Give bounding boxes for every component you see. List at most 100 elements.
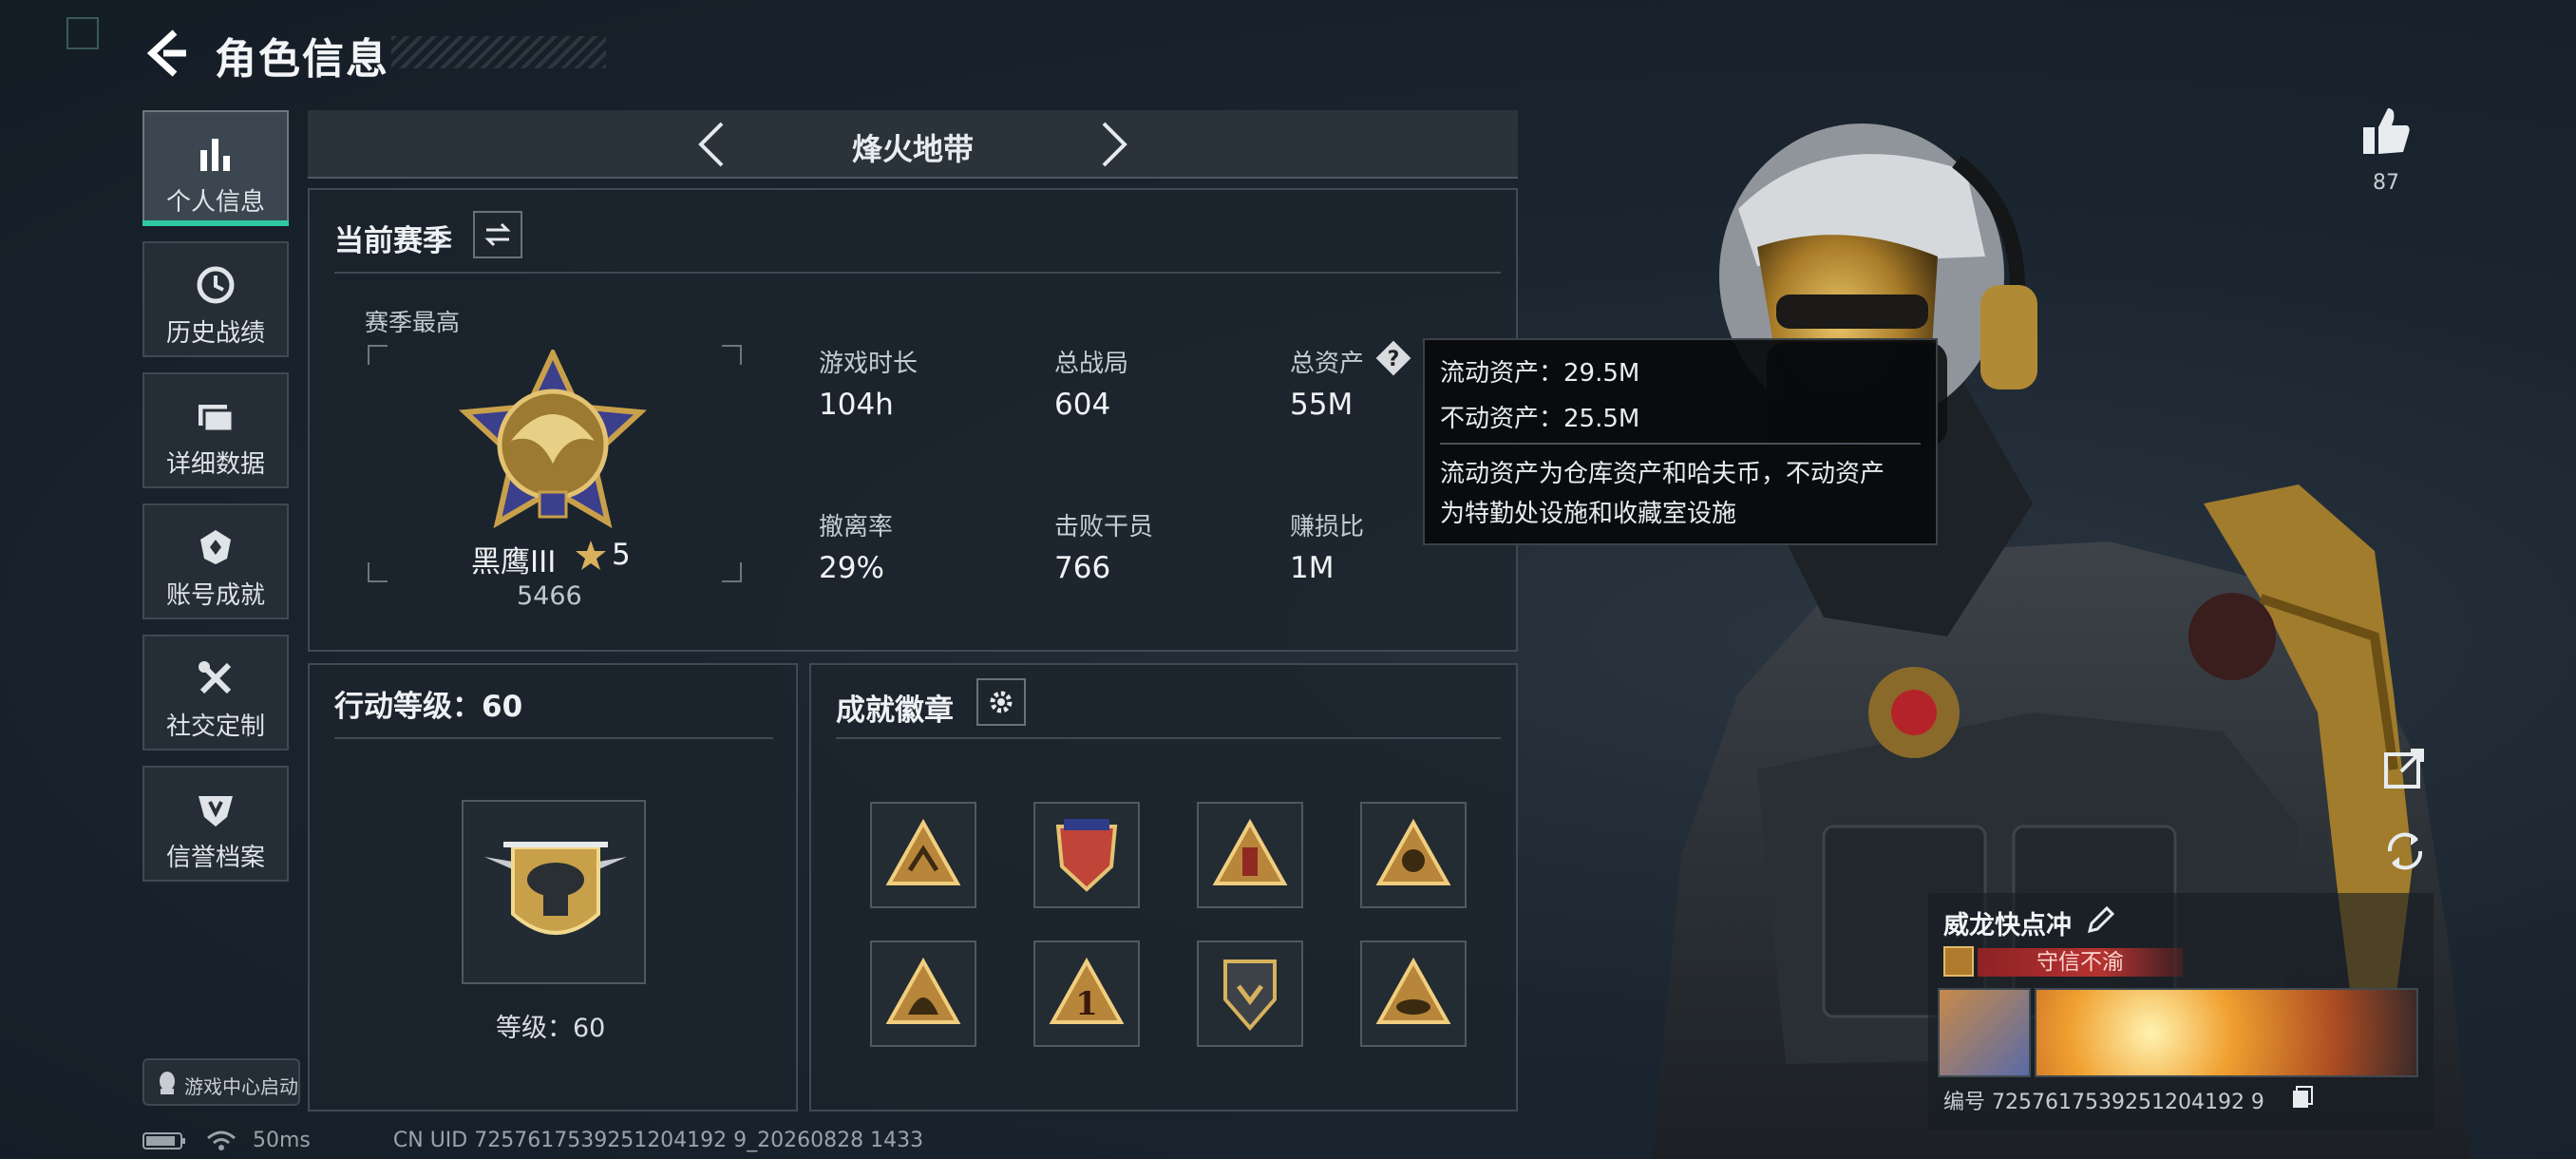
stat-value: 604 xyxy=(1054,388,1111,422)
achievements-settings-button[interactable] xyxy=(976,678,1026,726)
player-name: 威龙快点冲 xyxy=(1943,911,2072,940)
qq-penguin-icon xyxy=(160,1072,175,1094)
rotate-refresh-icon[interactable] xyxy=(2378,825,2432,878)
divider xyxy=(836,737,1501,739)
title-tag: 守信不渝 xyxy=(1978,948,2183,977)
achievement-icon xyxy=(200,530,231,564)
rank-name: 黑鹰III xyxy=(471,545,557,580)
copy-icon[interactable] xyxy=(2291,1085,2314,1110)
sidebar-item-label: 历史战绩 xyxy=(165,319,265,348)
stat-label: 总资产 xyxy=(1290,350,1365,378)
asset-tooltip: 流动资产：29.5M 不动资产：25.5M 流动资产为仓库资产和哈夫币，不动资产… xyxy=(1423,338,1938,545)
level-caption: 等级：60 xyxy=(496,1014,606,1043)
uid-text: CN UID 7257617539251204192 9_20260828 14… xyxy=(392,1129,924,1152)
stat-label: 击败干员 xyxy=(1054,513,1154,542)
tooltip-fixed-assets: 不动资产：25.5M xyxy=(1440,405,1640,433)
tooltip-description-line: 流动资产为仓库资产和哈夫币，不动资产 xyxy=(1440,460,1885,488)
swap-arrows-icon xyxy=(484,222,511,247)
achievement-badge[interactable]: 1 xyxy=(1033,940,1140,1047)
game-center-launch-button[interactable]: 游戏中心启动 xyxy=(142,1058,300,1106)
achievement-badge[interactable] xyxy=(1360,802,1467,908)
like-count: 87 xyxy=(2373,171,2399,195)
black-hawk-rank-emblem xyxy=(458,350,648,529)
achievement-badge[interactable] xyxy=(870,940,976,1047)
history-icon xyxy=(197,266,235,304)
achievement-triangle-icon xyxy=(1212,818,1288,885)
mode-title: 烽火地带 xyxy=(851,131,974,167)
season-switch-button[interactable] xyxy=(473,211,522,258)
stat-value: 29% xyxy=(819,551,884,585)
corner-decoration xyxy=(66,17,99,49)
stat-value: 55M xyxy=(1290,388,1354,422)
tag-emblem-icon xyxy=(1943,946,1974,977)
status-bar: 50ms CN UID 7257617539251204192 9_202608… xyxy=(142,1129,923,1152)
svg-text:?: ? xyxy=(1388,348,1400,371)
level-title: 行动等级：60 xyxy=(334,690,523,724)
card-banner[interactable] xyxy=(2035,988,2418,1077)
stat-label: 撤离率 xyxy=(819,513,894,542)
sidebar-item-label: 信誉档案 xyxy=(165,844,265,872)
page-title: 角色信息 xyxy=(215,35,389,84)
game-center-label: 游戏中心启动 xyxy=(184,1075,298,1098)
stat-value: 1M xyxy=(1290,551,1335,585)
bar-chart-icon xyxy=(200,139,230,171)
title-decoration xyxy=(391,36,606,68)
achievement-shield-icon xyxy=(1055,819,1118,892)
sidebar-item-label: 个人信息 xyxy=(165,188,265,217)
achievement-badge[interactable] xyxy=(1197,940,1303,1047)
sidebar-item-label: 社交定制 xyxy=(165,712,265,741)
achievement-badge[interactable] xyxy=(1197,802,1303,908)
chevron-left-icon[interactable] xyxy=(688,118,741,171)
sidebar-item-label: 账号成就 xyxy=(165,581,265,610)
back-arrow-icon[interactable] xyxy=(141,27,194,80)
edit-pencil-icon[interactable] xyxy=(2084,904,2116,937)
achievement-badge[interactable] xyxy=(870,802,976,908)
star-icon xyxy=(576,541,606,570)
stat-label: 赚损比 xyxy=(1290,513,1365,542)
battery-icon xyxy=(142,1132,185,1150)
rank-stars: 5 xyxy=(612,538,631,572)
stat-value: 766 xyxy=(1054,551,1111,585)
card-thumbnail[interactable] xyxy=(1938,988,2031,1077)
tooltip-liquid-assets: 流动资产：29.5M xyxy=(1440,359,1640,388)
achievement-badge[interactable] xyxy=(1360,940,1467,1047)
achievement-triangle-icon xyxy=(1375,957,1451,1024)
achievement-shield-icon xyxy=(1223,960,1277,1032)
sidebar-item-history[interactable]: 历史战绩 xyxy=(142,241,289,357)
rank-score: 5466 xyxy=(517,581,582,611)
season-best-label: 赛季最高 xyxy=(365,309,461,336)
tooltip-description-line: 为特勤处设施和收藏室设施 xyxy=(1440,500,1737,528)
mode-selector: 烽火地带 xyxy=(308,110,1518,179)
folder-icon xyxy=(199,405,235,433)
helicopter-level-emblem xyxy=(484,842,627,935)
share-icon[interactable] xyxy=(2378,741,2432,794)
help-question-icon[interactable]: ? xyxy=(1373,338,1413,378)
sidebar-item-achievements[interactable]: 账号成就 xyxy=(142,504,289,619)
divider xyxy=(334,272,1501,274)
gear-icon xyxy=(990,691,1013,713)
stat-label: 总战局 xyxy=(1054,350,1129,378)
achievement-number-one-icon: 1 xyxy=(1049,957,1125,1024)
wifi-icon xyxy=(207,1130,236,1150)
stat-label: 游戏时长 xyxy=(819,350,919,378)
ping-value: 50ms xyxy=(253,1129,311,1152)
credit-shield-icon xyxy=(199,796,233,826)
tools-icon xyxy=(199,661,232,694)
chevron-right-icon[interactable] xyxy=(1085,118,1138,171)
thumbs-up-icon[interactable] xyxy=(2359,104,2413,158)
tooltip-divider xyxy=(1440,443,1921,445)
achievement-triangle-icon xyxy=(1375,818,1451,885)
sidebar-item-social-custom[interactable]: 社交定制 xyxy=(142,635,289,750)
sidebar-item-personal-info[interactable]: 个人信息 xyxy=(142,110,289,226)
sidebar-item-credit-record[interactable]: 信誉档案 xyxy=(142,766,289,882)
player-id: 编号 7257617539251204192 9 xyxy=(1943,1091,2264,1114)
achievement-triangle-icon xyxy=(885,957,961,1024)
achievement-triangle-icon xyxy=(885,818,961,885)
sidebar-item-detailed-data[interactable]: 详细数据 xyxy=(142,372,289,488)
sidebar-item-label: 详细数据 xyxy=(165,450,265,479)
divider xyxy=(334,737,773,739)
svg-text:1: 1 xyxy=(1075,985,1098,1023)
season-title: 当前赛季 xyxy=(334,224,452,258)
achievement-badge[interactable] xyxy=(1033,802,1140,908)
stat-value: 104h xyxy=(819,388,894,422)
